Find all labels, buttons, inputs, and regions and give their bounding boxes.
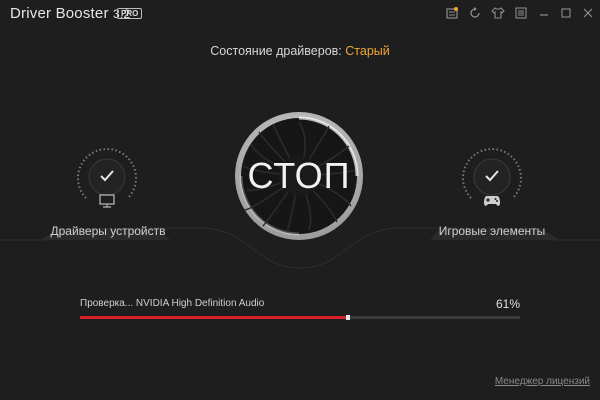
app-window: Driver Booster 3.2 PRO Состояние драйвер…: [0, 0, 600, 400]
minimize-icon[interactable]: [535, 4, 553, 22]
scan-status-text: Проверка... NVIDIA High Definition Audio: [80, 298, 265, 309]
monitor-icon: [99, 194, 115, 213]
check-icon: [98, 168, 116, 189]
shirt-icon[interactable]: [489, 4, 507, 22]
title-bar: Driver Booster 3.2 PRO: [0, 0, 600, 28]
scan-progress-tip: [346, 315, 350, 320]
scan-percent: 61%: [495, 297, 520, 311]
device-drivers-label: Драйверы устройств: [50, 224, 166, 238]
status-value: Старый: [345, 44, 390, 58]
status-label: Состояние драйверов:: [210, 44, 342, 58]
message-icon[interactable]: [443, 4, 461, 22]
driver-status: Состояние драйверов: Старый: [0, 44, 600, 58]
refresh-icon[interactable]: [466, 4, 484, 22]
app-title: Driver Booster 3.2: [10, 5, 130, 22]
close-icon[interactable]: [579, 4, 597, 22]
stop-button-label: СТОП: [247, 155, 351, 196]
pro-badge: PRO: [117, 8, 143, 19]
license-manager-link[interactable]: Менеджер лицензий: [495, 376, 590, 387]
menu-icon[interactable]: [512, 4, 530, 22]
app-name: Driver Booster: [10, 5, 109, 22]
game-components-label: Игровые элементы: [438, 224, 546, 238]
stop-button[interactable]: СТОП: [233, 110, 365, 242]
maximize-icon[interactable]: [557, 4, 575, 22]
gamepad-icon: [483, 194, 501, 213]
check-icon: [483, 168, 501, 189]
scan-progress-fill: [80, 316, 348, 319]
scan-progress-bar: [80, 315, 520, 320]
